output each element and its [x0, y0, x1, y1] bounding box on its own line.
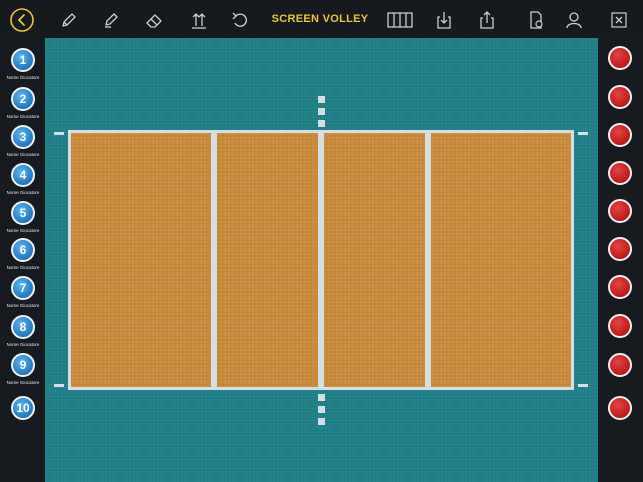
player-number: 6	[11, 238, 35, 262]
opponent-token-5[interactable]	[608, 199, 632, 223]
eraser-icon	[146, 14, 162, 28]
share-icon	[480, 11, 494, 29]
opponent-token-3[interactable]	[608, 123, 632, 147]
download-button[interactable]	[430, 6, 458, 34]
columns-icon	[387, 12, 413, 28]
arrows-up-icon	[192, 13, 206, 29]
court-tick	[54, 384, 64, 387]
player-name: Nome Giocatore	[6, 228, 40, 233]
player-number: 1	[11, 48, 35, 72]
player-name: Nome Giocatore	[6, 114, 40, 119]
net-post	[318, 120, 325, 127]
app-title: SCREEN VOLLEY	[271, 13, 369, 25]
player-token-8[interactable]: 8 Nome Giocatore	[3, 315, 43, 353]
opponent-token-1[interactable]	[608, 46, 632, 70]
player-name: Nome Giocatore	[6, 190, 40, 195]
player-number: 2	[11, 87, 35, 111]
marker-button[interactable]	[97, 6, 125, 34]
player-number: 10	[11, 396, 35, 420]
close-button[interactable]	[605, 6, 633, 34]
opponent-token-8[interactable]	[608, 314, 632, 338]
player-token-2[interactable]: 2 Nome Giocatore	[3, 87, 43, 125]
player-name: Nome Giocatore	[6, 75, 40, 80]
player-token-10[interactable]: 10	[3, 396, 43, 434]
player-token-7[interactable]: 7 Nome Giocatore	[3, 276, 43, 314]
player-name: Nome Giocatore	[6, 265, 40, 270]
opponent-token-6[interactable]	[608, 237, 632, 261]
top-toolbar: SCREEN VOLLEY	[0, 0, 643, 38]
document-icon	[530, 11, 543, 29]
opponent-token-10[interactable]	[608, 396, 632, 420]
volleyball-court	[68, 130, 574, 390]
columns-button[interactable]	[386, 6, 414, 34]
player-number: 5	[11, 201, 35, 225]
player-number: 7	[11, 276, 35, 300]
net-post	[318, 406, 325, 413]
player-name: Nome Giocatore	[6, 380, 40, 385]
player-token-9[interactable]: 9 Nome Giocatore	[3, 353, 43, 391]
player-token-5[interactable]: 5 Nome Giocatore	[3, 201, 43, 239]
court-tick	[578, 132, 588, 135]
undo-icon	[232, 12, 247, 27]
users-button[interactable]	[560, 6, 588, 34]
pencil-button[interactable]	[55, 6, 83, 34]
arrows-button[interactable]	[185, 6, 213, 34]
users-icon	[566, 12, 582, 29]
player-name: Nome Giocatore	[6, 342, 40, 347]
back-icon	[10, 8, 34, 32]
attack-line-right	[425, 133, 431, 387]
player-number: 8	[11, 315, 35, 339]
player-number: 3	[11, 125, 35, 149]
player-name: Nome Giocatore	[6, 303, 40, 308]
opponent-token-2[interactable]	[608, 85, 632, 109]
player-number: 9	[11, 353, 35, 377]
net-post	[318, 394, 325, 401]
net-post	[318, 96, 325, 103]
close-icon	[611, 12, 627, 28]
player-token-1[interactable]: 1 Nome Giocatore	[3, 48, 43, 86]
player-token-4[interactable]: 4 Nome Giocatore	[3, 163, 43, 201]
opponent-token-9[interactable]	[608, 353, 632, 377]
pencil-icon	[62, 13, 76, 27]
marker-icon	[105, 13, 118, 28]
opponent-token-7[interactable]	[608, 275, 632, 299]
player-token-6[interactable]: 6 Nome Giocatore	[3, 238, 43, 276]
share-button[interactable]	[473, 6, 501, 34]
opponent-token-4[interactable]	[608, 161, 632, 185]
player-number: 4	[11, 163, 35, 187]
player-name: Nome Giocatore	[6, 152, 40, 157]
net-post	[318, 418, 325, 425]
back-button[interactable]	[8, 6, 36, 34]
download-icon	[437, 12, 451, 29]
court-tick	[54, 132, 64, 135]
eraser-button[interactable]	[140, 6, 168, 34]
undo-button[interactable]	[226, 6, 254, 34]
player-token-3[interactable]: 3 Nome Giocatore	[3, 125, 43, 163]
net-post	[318, 108, 325, 115]
attack-line-left	[211, 133, 217, 387]
court-tick	[578, 384, 588, 387]
document-button[interactable]	[522, 6, 550, 34]
center-line	[318, 133, 324, 387]
